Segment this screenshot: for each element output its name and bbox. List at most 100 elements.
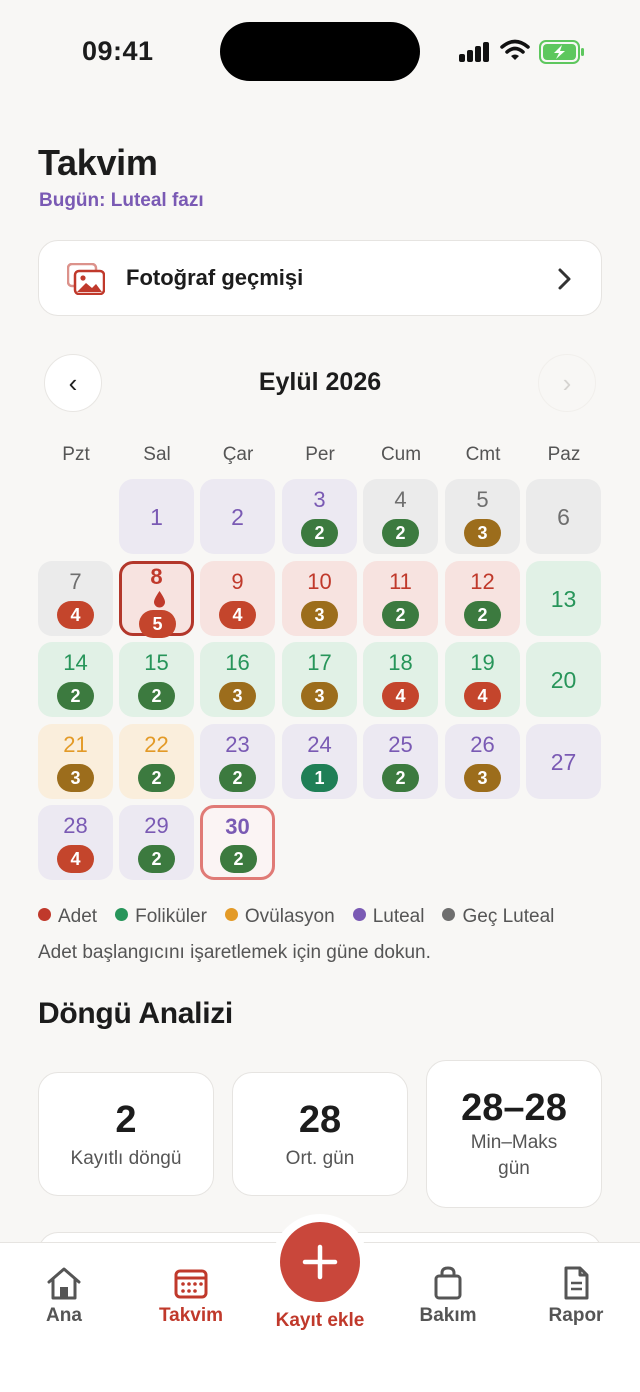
calendar-day-18[interactable]: 18 4 (363, 642, 438, 717)
tab-ana[interactable]: Ana (4, 1265, 124, 1327)
day-number: 15 (144, 650, 169, 675)
day-score-badge: 3 (57, 764, 94, 792)
calendar-day-20[interactable]: 20 (526, 642, 601, 717)
calendar-day-19[interactable]: 19 4 (445, 642, 520, 717)
day-number: 6 (557, 504, 570, 530)
calendar-day-24[interactable]: 24 1 (282, 724, 357, 799)
calendar-day-2[interactable]: 2 (200, 479, 275, 554)
calendar-day-13[interactable]: 13 (526, 561, 601, 636)
tab-label: Ana (46, 1305, 82, 1326)
calendar-day-26[interactable]: 26 3 (445, 724, 520, 799)
legend-item: Geç Luteal (442, 906, 554, 928)
day-number: 5 (476, 487, 489, 512)
calendar-day-29[interactable]: 29 2 (119, 805, 194, 880)
day-score-badge: 2 (138, 682, 175, 710)
calendar-day-21[interactable]: 21 3 (38, 724, 113, 799)
calendar-day-30[interactable]: 30 2 (200, 805, 275, 880)
current-phase-subtitle: Bugün: Luteal fazı (39, 190, 204, 211)
day-score-badge: 4 (57, 845, 94, 873)
legend-item: Luteal (352, 906, 424, 928)
calendar-day-9[interactable]: 94 (200, 561, 275, 636)
calendar-day-10[interactable]: 10 3 (282, 561, 357, 636)
calendar-day-25[interactable]: 25 2 (363, 724, 438, 799)
tab-takvim[interactable]: Takvim (131, 1265, 251, 1327)
stat-label: Min–Maks gün (470, 1132, 558, 1179)
stat-card-average-days: 28 Ort. gün (232, 1072, 408, 1196)
legend-label: Adet (58, 906, 98, 927)
weekday-label: Çar (222, 444, 254, 465)
legend-label: Foliküler (135, 906, 207, 927)
calendar-day-4[interactable]: 42 (363, 479, 438, 554)
document-icon (564, 1266, 589, 1300)
calendar-day-16[interactable]: 16 3 (200, 642, 275, 717)
weekday-label: Cum (380, 444, 422, 465)
day-number: 14 (63, 650, 88, 675)
legend-label: Ovülasyon (244, 906, 335, 927)
day-number: 29 (144, 813, 169, 838)
day-number: 26 (470, 732, 495, 757)
day-score-badge: 2 (220, 845, 257, 873)
day-score-badge: 2 (138, 845, 175, 873)
day-score-badge: 2 (464, 601, 501, 629)
day-number: 27 (550, 749, 577, 775)
tab-bakim[interactable]: Bakım (388, 1265, 508, 1327)
next-month-button[interactable]: › (538, 354, 596, 412)
phase-legend: Adet Foliküler Ovülasyon Luteal Geç Luteal (38, 906, 554, 928)
legend-item: Adet (38, 906, 97, 928)
stat-label: Kayıtlı döngü (70, 1148, 182, 1169)
home-icon (47, 1267, 81, 1300)
legend-item: Ovülasyon (224, 906, 335, 928)
calendar-day-23[interactable]: 23 2 (200, 724, 275, 799)
day-score-badge: 3 (301, 682, 338, 710)
calendar-day-11[interactable]: 11 2 (363, 561, 438, 636)
day-number: 30 (225, 814, 250, 839)
weekday-label: Paz (547, 444, 581, 465)
calendar-day-7[interactable]: 74 (38, 561, 113, 636)
tab-label: Bakım (419, 1305, 477, 1326)
calendar-day-5[interactable]: 53 (445, 479, 520, 554)
calendar-day-28[interactable]: 28 4 (38, 805, 113, 880)
calendar-day-14[interactable]: 14 2 (38, 642, 113, 717)
legend-item: Foliküler (115, 906, 207, 928)
photo-history-button[interactable]: Fotoğraf geçmişi (38, 240, 602, 316)
cellular-signal-icon (459, 42, 491, 62)
day-score-badge: 3 (219, 682, 256, 710)
calendar-day-15[interactable]: 15 2 (119, 642, 194, 717)
day-score-badge: 3 (464, 764, 501, 792)
day-number: 11 (389, 569, 412, 594)
day-number: 23 (225, 732, 250, 757)
blood-drop-icon (154, 591, 165, 608)
day-score-badge: 2 (57, 682, 94, 710)
plus-icon (302, 1244, 338, 1280)
day-score-badge: 4 (219, 601, 256, 629)
calendar-day-27[interactable]: 27 (526, 724, 601, 799)
day-number: 12 (470, 569, 495, 594)
day-score-badge: 2 (382, 764, 419, 792)
calendar-day-12[interactable]: 12 2 (445, 561, 520, 636)
stat-card-recorded-cycles: 2 Kayıtlı döngü (38, 1072, 214, 1196)
cycle-analysis-title: Döngü Analizi (38, 997, 233, 1030)
calendar-day-22[interactable]: 22 2 (119, 724, 194, 799)
legend-dot (38, 908, 51, 921)
add-entry-label[interactable]: Kayıt ekle (250, 1310, 390, 1332)
calendar-day-3[interactable]: 32 (282, 479, 357, 554)
day-score-badge: 2 (382, 519, 419, 547)
day-number: 10 (307, 569, 332, 594)
day-number: 25 (388, 732, 413, 757)
calendar-day-6[interactable]: 6 (526, 479, 601, 554)
tab-rapor[interactable]: Rapor (516, 1265, 636, 1327)
day-score-badge: 3 (464, 519, 501, 547)
stat-card-min-max-days: 28–28 Min–Maks gün (426, 1060, 602, 1208)
day-score-badge: 2 (219, 764, 256, 792)
add-entry-button[interactable] (280, 1222, 360, 1302)
calendar-day-8[interactable]: 85 (119, 561, 194, 638)
day-number: 21 (63, 732, 88, 757)
hint-text: Adet başlangıcını işaretlemek için güne … (38, 942, 431, 963)
calendar-day-17[interactable]: 17 3 (282, 642, 357, 717)
page-title: Takvim (38, 142, 158, 183)
day-score-badge: 4 (57, 601, 94, 629)
calendar-day-1[interactable]: 1 (119, 479, 194, 554)
tab-label: Rapor (548, 1305, 604, 1326)
weekday-label: Cmt (465, 444, 501, 465)
day-number: 4 (394, 487, 407, 512)
